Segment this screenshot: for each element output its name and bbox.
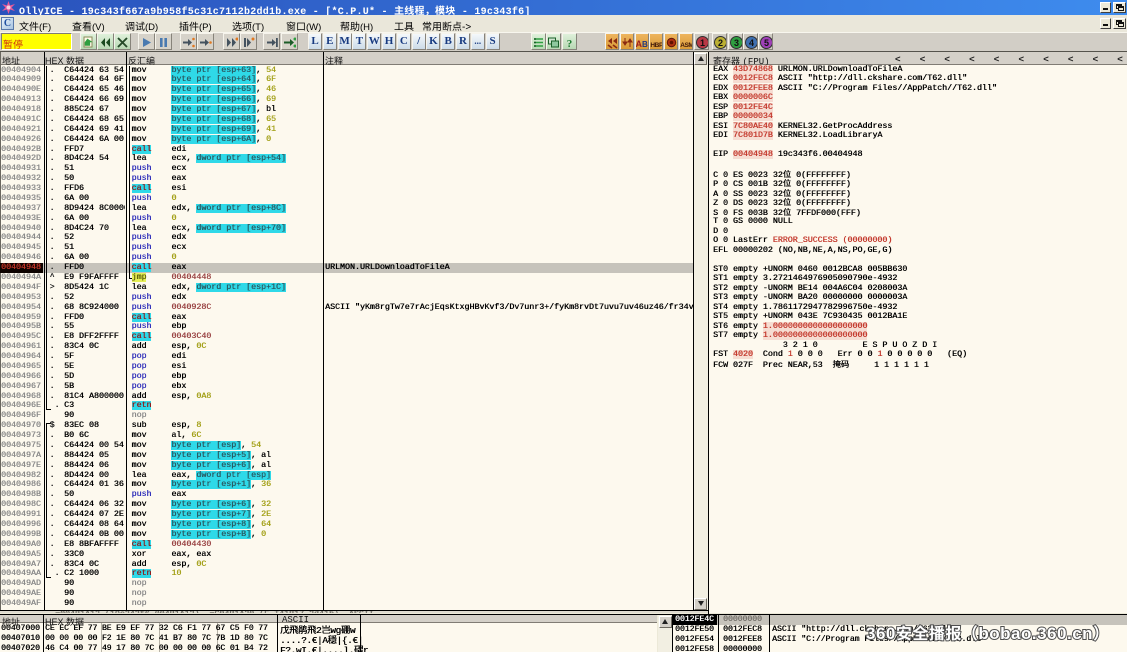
svg-text:5: 5 — [763, 38, 768, 48]
svg-text:4: 4 — [749, 38, 754, 48]
svg-text:1: 1 — [700, 38, 705, 48]
svg-text:3: 3 — [734, 38, 739, 48]
svg-text:2: 2 — [717, 38, 722, 48]
